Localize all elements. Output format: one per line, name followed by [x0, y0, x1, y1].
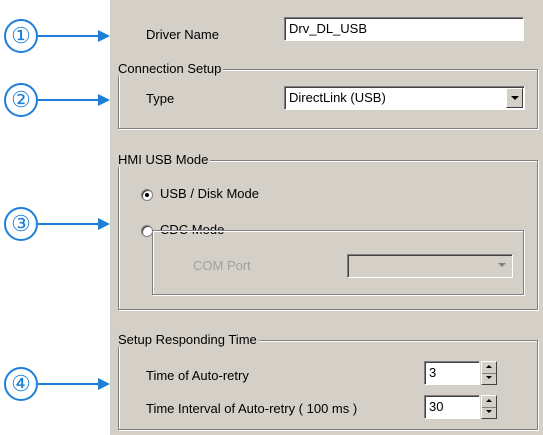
arrow-right-icon: [38, 30, 110, 42]
callout-number: ④: [4, 367, 38, 401]
callout-3: ③: [4, 207, 110, 241]
callout-4: ④: [4, 367, 110, 401]
driver-settings-panel: Driver Name Drv_DL_USB Connection Setup …: [110, 0, 543, 435]
spin-down-icon[interactable]: [482, 407, 496, 418]
callout-2: ②: [4, 83, 110, 117]
driver-name-label: Driver Name: [146, 27, 219, 42]
usb-disk-mode-radio[interactable]: [141, 189, 153, 201]
callout-number: ①: [4, 19, 38, 53]
com-port-label: COM Port: [193, 258, 251, 273]
auto-retry-label: Time of Auto-retry: [146, 368, 249, 383]
type-select[interactable]: DirectLink (USB): [284, 86, 525, 110]
retry-interval-spinner[interactable]: [481, 395, 497, 419]
driver-name-input[interactable]: Drv_DL_USB: [284, 17, 524, 41]
spin-down-icon[interactable]: [482, 373, 496, 384]
usb-disk-mode-label[interactable]: USB / Disk Mode: [160, 186, 259, 201]
chevron-down-icon[interactable]: [494, 256, 511, 276]
auto-retry-spinner[interactable]: [481, 361, 497, 385]
responding-time-title: Setup Responding Time: [116, 332, 259, 347]
arrow-right-icon: [38, 378, 110, 390]
com-port-select[interactable]: [347, 254, 513, 278]
connection-setup-title: Connection Setup: [116, 61, 224, 76]
type-select-value: DirectLink (USB): [289, 90, 386, 105]
retry-interval-input[interactable]: 30: [424, 395, 480, 419]
callout-number: ②: [4, 83, 38, 117]
callout-1: ①: [4, 19, 110, 53]
hmi-usb-mode-title: HMI USB Mode: [116, 152, 211, 167]
callout-number: ③: [4, 207, 38, 241]
retry-interval-label: Time Interval of Auto-retry ( 100 ms ): [146, 401, 358, 416]
arrow-right-icon: [38, 218, 110, 230]
chevron-down-icon[interactable]: [506, 88, 523, 108]
type-label: Type: [146, 91, 175, 106]
arrow-right-icon: [38, 94, 110, 106]
auto-retry-input[interactable]: 3: [424, 361, 480, 385]
